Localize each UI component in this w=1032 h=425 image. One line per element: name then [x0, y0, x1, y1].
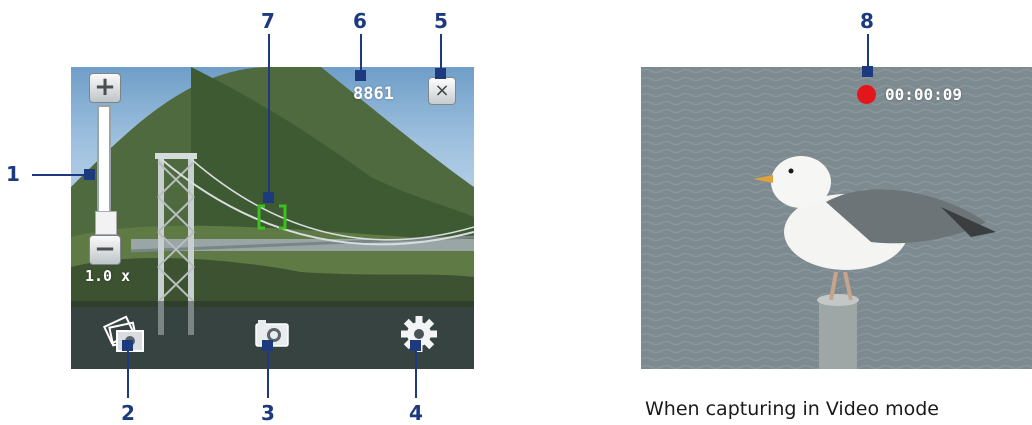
recording-indicator — [857, 85, 876, 104]
callout-dot-1 — [84, 169, 95, 180]
callout-line-6 — [360, 34, 362, 74]
callout-line-4 — [415, 346, 417, 398]
callout-number-3: 3 — [261, 401, 275, 425]
callout-dot-8 — [862, 66, 873, 77]
zoom-in-button[interactable]: + — [89, 73, 121, 103]
callout-number-6: 6 — [353, 9, 367, 33]
camera-toolbar — [71, 301, 474, 369]
callout-dot-4 — [410, 340, 421, 351]
callout-number-1: 1 — [6, 162, 20, 186]
photo-mode-screen: + − 1.0 x 8861 × — [71, 67, 474, 369]
zoom-slider-handle[interactable] — [95, 211, 117, 235]
video-mode-caption: When capturing in Video mode — [645, 398, 939, 420]
recording-timer: 00:00:09 — [885, 85, 963, 104]
callout-number-4: 4 — [409, 401, 423, 425]
callout-number-7: 7 — [261, 9, 275, 33]
callout-dot-2 — [122, 340, 133, 351]
callout-line-3 — [267, 346, 269, 398]
plus-icon: + — [94, 72, 116, 102]
callout-line-7 — [268, 34, 270, 194]
callout-line-5 — [440, 34, 442, 72]
callout-line-1 — [32, 174, 88, 176]
callout-number-5: 5 — [434, 9, 448, 33]
callout-dot-7 — [263, 192, 274, 203]
video-mode-screen: 00:00:09 — [641, 67, 1032, 369]
focus-bracket-icon — [257, 204, 287, 230]
remaining-shots-counter: 8861 — [353, 84, 394, 104]
close-icon: × — [434, 80, 450, 101]
seagull-scene-image — [641, 67, 1032, 369]
callout-dot-6 — [355, 70, 366, 81]
callout-line-2 — [127, 346, 129, 398]
close-button[interactable]: × — [428, 77, 456, 105]
callout-line-8 — [867, 34, 869, 70]
minus-icon: − — [94, 234, 116, 264]
callout-dot-3 — [262, 340, 273, 351]
callout-number-2: 2 — [121, 401, 135, 425]
zoom-out-button[interactable]: − — [89, 235, 121, 265]
callout-dot-5 — [435, 68, 446, 79]
callout-number-8: 8 — [860, 9, 874, 33]
zoom-level-label: 1.0 x — [85, 267, 131, 285]
